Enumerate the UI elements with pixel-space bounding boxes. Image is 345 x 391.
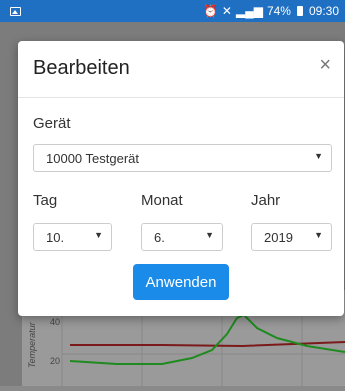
chevron-down-icon: ▼ xyxy=(314,151,323,161)
year-select[interactable]: 2019 ▼ xyxy=(251,223,332,251)
chart-tick-20: 20 xyxy=(50,356,61,366)
day-label: Tag xyxy=(33,192,58,209)
year-label: Jahr xyxy=(251,192,281,209)
image-icon xyxy=(10,6,21,16)
battery-icon xyxy=(296,6,303,16)
day-select-value: 10. xyxy=(46,229,65,245)
status-bar-right: ⏰ ✕ ▂▄▆ 74% 09:30 xyxy=(203,4,339,18)
month-label: Monat xyxy=(141,192,183,209)
chart-ylabel: Temperatur xyxy=(27,322,37,368)
mute-icon: ✕ xyxy=(221,4,232,18)
device-select-value: 10000 Testgerät xyxy=(46,150,139,166)
chart-tick-40: 40 xyxy=(50,317,61,327)
chart-series-green xyxy=(69,313,345,365)
month-select[interactable]: 6. ▼ xyxy=(141,223,223,251)
year-select-value: 2019 xyxy=(264,229,293,245)
day-select[interactable]: 10. ▼ xyxy=(33,223,112,251)
apply-button[interactable]: Anwenden xyxy=(133,264,229,300)
alarm-icon: ⏰ xyxy=(202,4,218,18)
dialog-title: Bearbeiten xyxy=(33,57,130,79)
signal-icon: ▂▄▆ xyxy=(235,4,263,18)
battery-percent: 74% xyxy=(266,4,291,18)
device-label: Gerät xyxy=(33,115,71,132)
device-select[interactable]: 10000 Testgerät ▼ xyxy=(33,144,332,172)
dialog-header: Bearbeiten × xyxy=(18,41,344,98)
month-select-value: 6. xyxy=(154,229,165,245)
status-bar: ⏰ ✕ ▂▄▆ 74% 09:30 xyxy=(0,0,345,22)
clock: 09:30 xyxy=(308,4,339,18)
chevron-down-icon: ▼ xyxy=(314,230,323,240)
edit-dialog: Bearbeiten × Gerät 10000 Testgerät ▼ Tag… xyxy=(18,41,344,316)
chevron-down-icon: ▼ xyxy=(205,230,214,240)
close-icon[interactable]: × xyxy=(319,55,331,75)
chevron-down-icon: ▼ xyxy=(94,230,103,240)
status-bar-left xyxy=(10,6,21,16)
